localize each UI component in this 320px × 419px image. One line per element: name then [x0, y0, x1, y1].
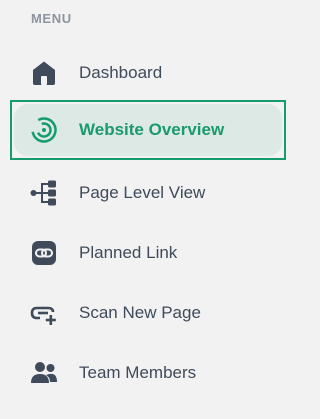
sidebar-item-label: Planned Link: [79, 243, 178, 262]
sidebar-item-page-level-view[interactable]: Page Level View: [10, 163, 286, 223]
link-icon: [30, 239, 58, 267]
team-icon: [30, 359, 58, 387]
sidebar-item-label: Page Level View: [79, 183, 206, 202]
sidebar-item-scan-new-page[interactable]: Scan New Page: [10, 283, 286, 343]
sidebar-item-label: Scan New Page: [79, 303, 201, 322]
tree-icon: [30, 179, 58, 207]
menu-heading: MENU: [31, 11, 72, 26]
sidebar-item-team-members[interactable]: Team Members: [10, 343, 286, 403]
sidebar-item-label: Website Overview: [79, 120, 225, 139]
sidebar-item-label: Dashboard: [79, 63, 163, 82]
sidebar-item-planned-link[interactable]: Planned Link: [10, 223, 286, 283]
sidebar-item-dashboard[interactable]: Dashboard: [10, 43, 286, 103]
add-link-icon: [30, 299, 58, 327]
gauge-icon: [30, 116, 58, 144]
home-icon: [30, 59, 58, 87]
sidebar-item-label: Team Members: [79, 363, 197, 382]
sidebar-item-website-overview[interactable]: Website Overview: [10, 100, 286, 160]
